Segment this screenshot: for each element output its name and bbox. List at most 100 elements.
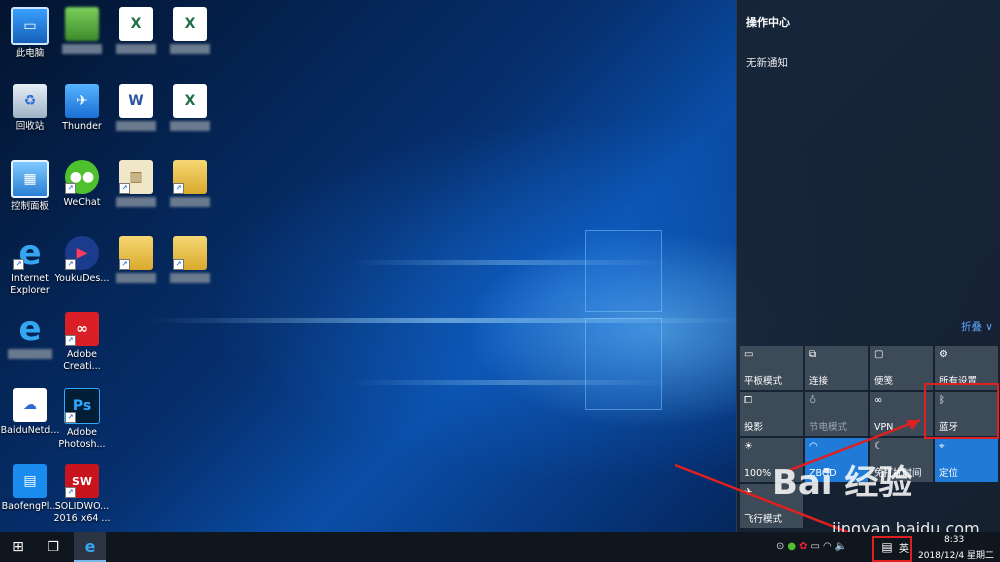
blurred-label [116, 273, 156, 283]
action-center-panel: 操作中心 无新通知 折叠 ∨ ▭ 平板模式 ⧉ 连接 ▢ 便笺 ⚙ 所有设置 ⧠… [736, 0, 1000, 532]
tablet-mode-icon: ▭ [744, 349, 754, 360]
desktop-icon-excel-file-3[interactable]: X [160, 80, 220, 146]
wallpaper-light-beam [150, 318, 750, 323]
desktop-icon-youku[interactable]: ▶ ↗ YoukuDes... [52, 232, 112, 298]
youku-icon: ▶ ↗ [65, 236, 99, 270]
task-view-icon: ❐ [47, 539, 59, 555]
desktop-icon-label: Adobe Creati... [63, 349, 101, 372]
settings-icon: ⚙ [939, 349, 948, 360]
note-icon: ▢ [874, 349, 884, 360]
shortcut-arrow-icon: ↗ [65, 412, 76, 423]
desktop-icon-wechat[interactable]: ●● ↗ WeChat [52, 156, 112, 222]
wallpaper-window-pane [585, 230, 662, 312]
tile-label: VPN [874, 422, 894, 433]
battery-icon: ▭ [810, 541, 823, 552]
tile-label: 投影 [744, 422, 764, 433]
desktop-icon-blurred-app[interactable] [52, 3, 112, 69]
desktop-icon-ie-blurred[interactable]: e [0, 308, 60, 374]
shortcut-arrow-icon: ↗ [119, 259, 130, 270]
tile-project[interactable]: ⧠ 投影 [740, 392, 803, 436]
wechat-tray-icon: ● [787, 541, 800, 552]
desktop-icon-control-panel[interactable]: ▦ 控制面板 [0, 156, 60, 222]
tile-label: 100% [744, 468, 772, 479]
adobe-cc-icon: ∞ ↗ [65, 312, 99, 346]
blurred-label [170, 121, 210, 131]
folder-icon: ↗ [119, 236, 153, 270]
desktop-icon-label: 此电脑 [15, 48, 45, 59]
shortcut-arrow-icon: ↗ [173, 259, 184, 270]
tile-label: 连接 [809, 376, 829, 387]
word-icon: W [119, 84, 153, 118]
tile-location[interactable]: ⌖ 定位 [935, 438, 998, 482]
shortcut-arrow-icon: ↗ [65, 183, 76, 194]
taskbar: ⊞ ❐ e ⊙●✿▭◠🔈 ▤ 英 [0, 532, 1000, 562]
desktop-icon-label: YoukuDes... [54, 273, 110, 284]
wechat-icon: ●● ↗ [65, 160, 99, 194]
tile-connect[interactable]: ⧉ 连接 [805, 346, 868, 390]
excel-icon: X [173, 7, 207, 41]
blurred-label [62, 44, 102, 54]
app-tray-icon: ✿ [799, 541, 811, 552]
blurred-label [116, 121, 156, 131]
desktop-icon-document[interactable]: ▥ ↗ [106, 156, 166, 222]
no-notifications-text: 无新通知 [746, 57, 788, 69]
network-icon: ◠ [822, 541, 835, 552]
blurred-label [8, 349, 52, 359]
wallpaper-light-beam [350, 260, 670, 265]
desktop-icon-recycle-bin[interactable]: ♻ 回收站 [0, 80, 60, 146]
wallpaper-light-beam [350, 380, 670, 385]
blurred-label [116, 44, 156, 54]
task-view-button[interactable]: ❐ [38, 532, 68, 562]
document-icon: ▥ ↗ [119, 160, 153, 194]
desktop-icon-label: 回收站 [15, 121, 45, 132]
blurred-label [116, 197, 156, 207]
tile-label: 便笺 [874, 376, 894, 387]
annotation-highlight-bluetooth [924, 383, 999, 439]
tile-label: 定位 [939, 468, 959, 479]
system-tray-icons[interactable]: ⊙●✿▭◠🔈 [776, 541, 850, 552]
ie-icon: e [18, 309, 42, 349]
tile-battery-saver[interactable]: ♁ 节电模式 [805, 392, 868, 436]
start-button[interactable]: ⊞ [0, 532, 36, 562]
desktop-icon-word-file[interactable]: W [106, 80, 166, 146]
volume-icon: 🔈 [834, 541, 851, 552]
folder-icon: ↗ [173, 160, 207, 194]
clock-time[interactable]: 8:33 [944, 535, 964, 545]
tile-label: 平板模式 [744, 376, 783, 387]
desktop-icon-folder-2[interactable]: ↗ [160, 156, 220, 222]
action-center-title: 操作中心 [746, 16, 790, 29]
baidu-watermark: Bai 经验 [772, 463, 913, 503]
shortcut-arrow-icon: ↗ [173, 183, 184, 194]
desktop-icon-thunder[interactable]: ✈ Thunder [52, 80, 112, 146]
collapse-link[interactable]: 折叠 ∨ [961, 319, 993, 334]
blurred-label [170, 273, 210, 283]
project-icon: ⧠ [744, 395, 752, 406]
desktop-icon-photoshop[interactable]: Ps ↗ Adobe Photosh... [52, 384, 112, 450]
desktop-icon-adobe-cc[interactable]: ∞ ↗ Adobe Creati... [52, 308, 112, 374]
blurred-label [170, 197, 210, 207]
ie-icon: e [84, 536, 96, 556]
shortcut-arrow-icon: ↗ [13, 259, 24, 270]
blurred-app-icon [65, 7, 99, 41]
photoshop-icon: Ps ↗ [64, 388, 100, 424]
tile-tablet-mode[interactable]: ▭ 平板模式 [740, 346, 803, 390]
shortcut-arrow-icon: ↗ [119, 183, 130, 194]
baofeng-icon: ▤ [13, 464, 47, 498]
desktop-icon-excel-file[interactable]: X [106, 3, 166, 69]
baidu-netdisk-icon: ☁ [13, 388, 47, 422]
wallpaper-window-pane [585, 318, 662, 410]
desktop-icon-folder-3[interactable]: ↗ [160, 232, 220, 298]
desktop-icon-label: WeChat [63, 197, 101, 208]
excel-icon: X [173, 84, 207, 118]
link-icon: ⊙ [776, 541, 788, 552]
desktop-icon-solidworks[interactable]: SW ↗ SOLIDWO... 2016 x64 ... [52, 460, 112, 526]
folder-icon: ↗ [173, 236, 207, 270]
desktop-icon-label: Adobe Photosh... [58, 427, 106, 450]
desktop-icon-excel-file-2[interactable]: X [160, 3, 220, 69]
desktop-icon-this-pc[interactable]: ▭ 此电脑 [0, 3, 60, 69]
windows-logo-icon: ⊞ [12, 539, 24, 555]
computer-icon: ▭ [11, 7, 49, 45]
desktop-icon-folder[interactable]: ↗ [106, 232, 166, 298]
taskbar-app-ie[interactable]: e [74, 532, 106, 562]
clock-date[interactable]: 2018/12/4 星期二 [918, 548, 994, 561]
